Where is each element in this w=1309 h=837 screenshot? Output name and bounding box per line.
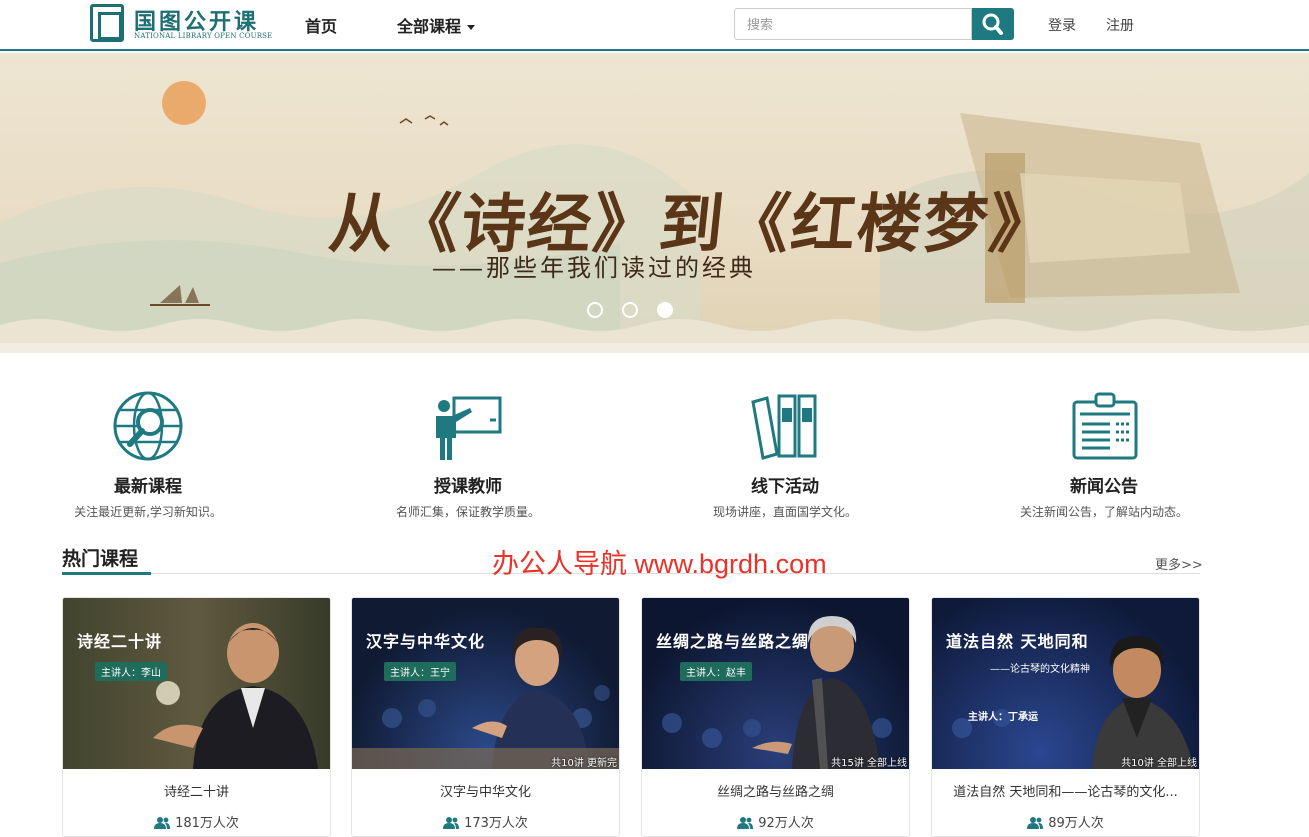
section-title-hot-courses: 热门课程 xyxy=(62,548,139,570)
episode-badge: 共15讲 全部上线 xyxy=(831,758,907,769)
course-thumbnail[interactable]: 道法自然 天地同和 ——论古琴的文化精神 主讲人：丁承运 共10讲 全部上线 xyxy=(932,598,1199,769)
feature-title: 新闻公告 xyxy=(1070,477,1138,497)
nav-all-courses-dropdown[interactable]: 全部课程 xyxy=(397,13,476,37)
hero-banner[interactable]: 从《诗经》到《红楼梦》 ——那些年我们读过的经典 xyxy=(0,53,1309,353)
episode-badge: 共10讲 全部上线 xyxy=(1121,758,1197,769)
register-link[interactable]: 注册 xyxy=(1106,15,1134,35)
lecturer-photo xyxy=(352,627,619,769)
section-title-underline xyxy=(62,572,151,575)
course-card[interactable]: 丝绸之路与丝路之绸 主讲人：赵丰 共15讲 全部上线 丝绸之路与丝路之绸 92万… xyxy=(641,597,910,837)
lecturer-tag: 主讲人：赵丰 xyxy=(680,662,752,681)
course-thumbnail[interactable]: 汉字与中华文化 主讲人：王宁 共10讲 更新完 xyxy=(352,598,619,769)
nav-home-link[interactable]: 首页 xyxy=(305,13,337,37)
users-icon xyxy=(154,817,171,829)
feature-latest-courses[interactable]: 最新课程 关注最近更新,学习新知识。 xyxy=(0,390,298,520)
course-views: 92万人次 xyxy=(642,812,909,831)
course-views-count: 92万人次 xyxy=(758,816,814,831)
course-views-count: 89万人次 xyxy=(1048,816,1104,831)
caret-down-icon xyxy=(467,25,476,30)
course-name[interactable]: 诗经二十讲 xyxy=(63,781,330,800)
users-icon xyxy=(1027,817,1044,829)
feature-desc: 名师汇集，保证教学质量。 xyxy=(395,505,540,519)
course-card[interactable]: 诗经二十讲 主讲人：李山 诗经二十讲 181万人次 xyxy=(62,597,331,837)
course-card[interactable]: 汉字与中华文化 主讲人：王宁 共10讲 更新完 汉字与中华文化 173万人次 xyxy=(351,597,620,837)
episode-badge: 共10讲 更新完 xyxy=(551,758,617,769)
globe-search-icon xyxy=(113,391,183,461)
search-button[interactable] xyxy=(972,8,1014,40)
course-thumb-title: 诗经二十讲 xyxy=(77,632,163,651)
course-views: 181万人次 xyxy=(63,812,330,831)
course-card[interactable]: 道法自然 天地同和 ——论古琴的文化精神 主讲人：丁承运 共10讲 全部上线 道… xyxy=(931,597,1200,837)
search-input[interactable] xyxy=(734,8,972,40)
feature-title: 最新课程 xyxy=(114,477,182,497)
books-icon xyxy=(751,394,817,460)
lecturer-photo xyxy=(63,598,330,769)
carousel-dot-3[interactable] xyxy=(657,302,673,318)
feature-teachers[interactable]: 授课教师 名师汇集，保证教学质量。 xyxy=(318,390,618,520)
logo-subtitle: NATIONAL LIBRARY OPEN COURSE xyxy=(134,32,273,40)
clipboard-icon xyxy=(1072,392,1138,460)
course-views-count: 181万人次 xyxy=(175,816,239,831)
watermark-text: 办公人导航 www.bgrdh.com xyxy=(492,549,827,579)
site-logo[interactable]: 国图公开课 NATIONAL LIBRARY OPEN COURSE xyxy=(90,4,273,44)
course-thumbnail[interactable]: 诗经二十讲 主讲人：李山 xyxy=(63,598,330,769)
feature-news[interactable]: 新闻公告 关注新闻公告，了解站内动态。 xyxy=(954,390,1254,520)
feature-desc: 关注最近更新,学习新知识。 xyxy=(74,505,222,519)
course-thumbnail[interactable]: 丝绸之路与丝路之绸 主讲人：赵丰 共15讲 全部上线 xyxy=(642,598,909,769)
course-views: 173万人次 xyxy=(352,812,619,831)
course-thumb-title: 道法自然 天地同和 xyxy=(946,632,1089,651)
carousel-dot-1[interactable] xyxy=(587,302,603,318)
lecturer-tag: 主讲人：丁承运 xyxy=(968,712,1038,723)
course-thumb-title: 汉字与中华文化 xyxy=(366,632,486,651)
carousel-dot-2[interactable] xyxy=(622,302,638,318)
top-navbar: 国图公开课 NATIONAL LIBRARY OPEN COURSE 首页 全部… xyxy=(0,0,1309,51)
lecturer-photo xyxy=(662,616,892,769)
course-name[interactable]: 丝绸之路与丝路之绸 xyxy=(642,781,909,800)
more-courses-link[interactable]: 更多>> xyxy=(1155,554,1203,573)
course-name[interactable]: 道法自然 天地同和——论古琴的文化... xyxy=(932,781,1199,800)
users-icon xyxy=(443,817,460,829)
feature-desc: 关注新闻公告，了解站内动态。 xyxy=(1019,505,1188,519)
users-icon xyxy=(737,817,754,829)
search-icon xyxy=(982,13,1003,35)
logo-icon xyxy=(90,4,124,42)
course-views: 89万人次 xyxy=(932,812,1199,831)
feature-offline-events[interactable]: 线下活动 现场讲座，直面国学文化。 xyxy=(635,390,935,520)
lecturer-photo xyxy=(952,636,1194,769)
lecturer-tag: 主讲人：王宁 xyxy=(384,662,456,681)
feature-title: 线下活动 xyxy=(751,477,819,497)
course-thumb-title: 丝绸之路与丝路之绸 xyxy=(656,632,810,651)
course-name[interactable]: 汉字与中华文化 xyxy=(352,781,619,800)
banner-subtitle: ——那些年我们读过的经典 xyxy=(432,254,756,282)
feature-desc: 现场讲座，直面国学文化。 xyxy=(712,505,857,519)
teacher-board-icon xyxy=(436,396,502,460)
nav-all-courses-label: 全部课程 xyxy=(397,17,462,36)
course-views-count: 173万人次 xyxy=(464,816,528,831)
login-link[interactable]: 登录 xyxy=(1048,15,1076,35)
course-thumb-subtitle: ——论古琴的文化精神 xyxy=(990,664,1090,675)
lecturer-tag: 主讲人：李山 xyxy=(95,662,167,681)
feature-title: 授课教师 xyxy=(434,477,502,497)
